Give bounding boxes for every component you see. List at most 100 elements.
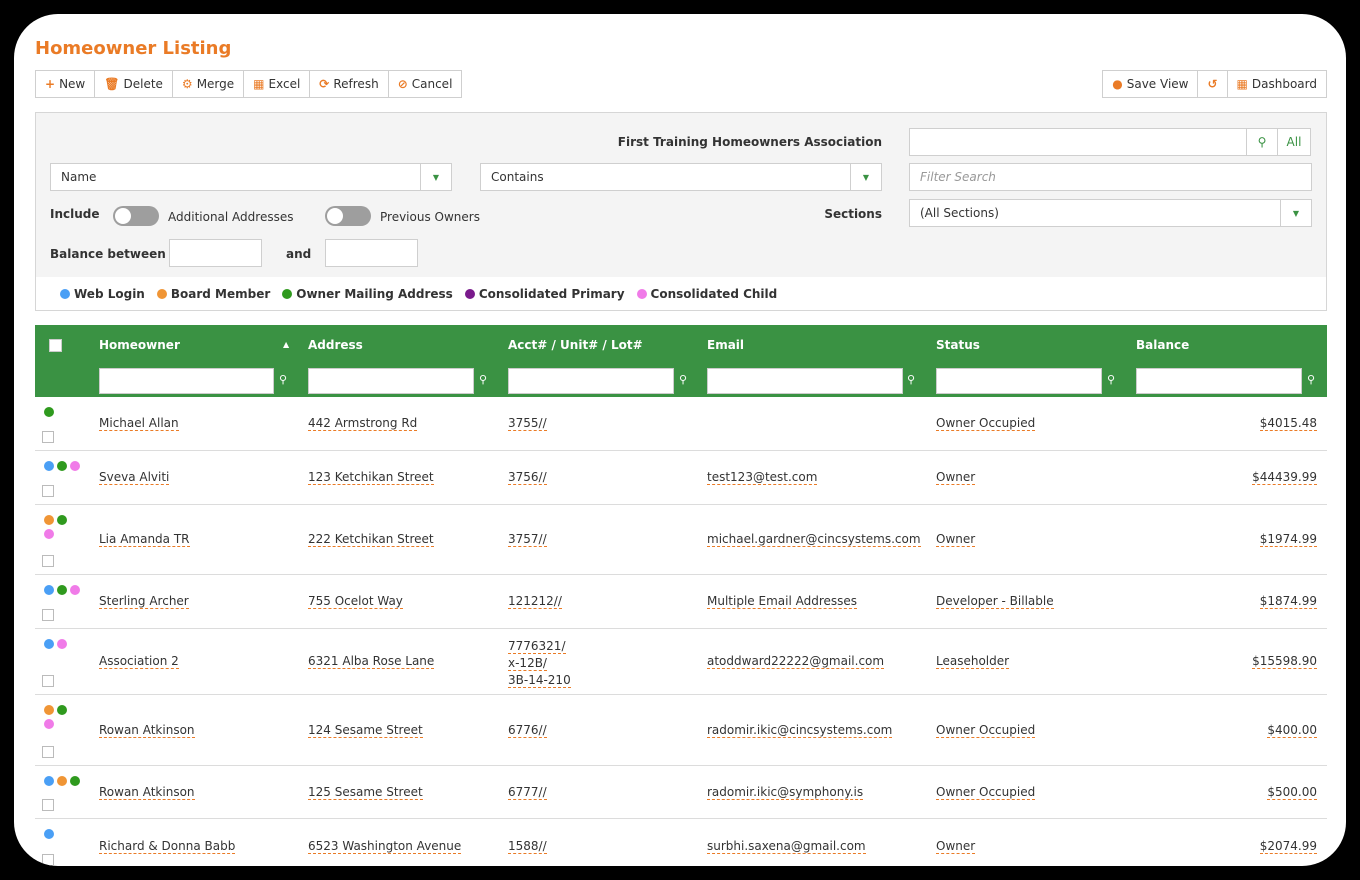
address-cell[interactable]: 124 Sesame Street [308,722,423,739]
status-filter-input[interactable] [936,368,1102,394]
table-row[interactable]: Association 2 6321 Alba Rose Lane 7776321/… [35,629,1327,695]
row-checkbox[interactable] [42,485,54,497]
row-checkbox[interactable] [42,675,54,687]
row-checkbox[interactable] [42,555,54,567]
status-cell[interactable]: Leaseholder [936,653,1010,670]
email-filter-input[interactable] [707,368,903,394]
status-cell[interactable]: Owner [936,469,976,486]
sections-select[interactable]: (All Sections) ▼ [909,199,1312,227]
address-cell[interactable]: 6523 Washington Avenue [308,838,462,855]
acct-cell[interactable]: 3757// [508,531,547,548]
email-cell[interactable]: radomir.ikic@cincsystems.com [707,722,893,739]
column-header-homeowner[interactable]: Homeowner [99,338,180,352]
status-cell[interactable]: Owner Occupied [936,784,1036,801]
additional-addresses-toggle[interactable] [113,206,159,226]
select-all-checkbox[interactable] [49,339,62,352]
balance-cell[interactable]: $15598.90 [1252,653,1317,670]
cancel-button[interactable]: ⊘ Cancel [388,70,463,98]
email-cell[interactable]: radomir.ikic@symphony.is [707,784,864,801]
filter-icon[interactable]: ⚲ [1307,373,1315,386]
table-row[interactable]: Michael Allan 442 Armstrong Rd 3755// Owner… [35,397,1327,451]
column-header-status[interactable]: Status [936,338,980,352]
address-cell[interactable]: 123 Ketchikan Street [308,469,434,486]
dashboard-button[interactable]: ▦ Dashboard [1227,70,1327,98]
balance-min-input[interactable] [169,239,262,267]
all-associations-button[interactable]: All [1277,128,1311,156]
balance-cell[interactable]: $500.00 [1267,784,1317,801]
email-cell[interactable]: test123@test.com [707,469,818,486]
row-checkbox[interactable] [42,799,54,811]
column-header-balance[interactable]: Balance [1136,338,1189,352]
excel-button[interactable]: ▦ Excel [244,70,311,98]
status-cell[interactable]: Developer - Billable [936,593,1054,610]
homeowner-cell[interactable]: Rowan Atkinson [99,784,195,801]
homeowner-cell[interactable]: Richard & Donna Babb [99,838,236,855]
address-cell[interactable]: 755 Ocelot Way [308,593,403,610]
refresh-button[interactable]: ⟳ Refresh [310,70,389,98]
association-input[interactable] [909,128,1247,156]
email-cell[interactable]: Multiple Email Addresses [707,593,858,610]
status-cell[interactable]: Owner [936,838,976,855]
email-cell[interactable]: michael.gardner@cincsystems.com [707,531,921,548]
filter-icon[interactable]: ⚲ [679,373,687,386]
homeowner-cell[interactable]: Rowan Atkinson [99,722,195,739]
filter-search-input[interactable]: Filter Search [909,163,1312,191]
address-cell[interactable]: 125 Sesame Street [308,784,423,801]
balance-cell[interactable]: $2074.99 [1259,838,1317,855]
row-checkbox[interactable] [42,746,54,758]
balance-filter-input[interactable] [1136,368,1302,394]
email-cell[interactable]: atoddward22222@gmail.com [707,653,885,670]
filter-icon[interactable]: ⚲ [279,373,287,386]
table-row[interactable]: Sterling Archer 755 Ocelot Way 121212// Mul… [35,575,1327,629]
reset-view-button[interactable]: ↺ [1198,70,1228,98]
field-select[interactable]: Name ▼ [50,163,452,191]
save-view-button[interactable]: ● Save View [1102,70,1199,98]
table-row[interactable]: Lia Amanda TR 222 Ketchikan Street 3757// m… [35,505,1327,575]
address-cell[interactable]: 222 Ketchikan Street [308,531,434,548]
column-header-acct[interactable]: Acct# / Unit# / Lot# [508,338,643,352]
balance-cell[interactable]: $1874.99 [1259,593,1317,610]
acct-cell[interactable]: 7776321/x-12B/3B-14-210 [508,638,571,689]
row-checkbox[interactable] [42,609,54,621]
acct-cell[interactable]: 6776// [508,722,547,739]
delete-button[interactable]: 🗑 Delete [95,70,173,98]
column-header-email[interactable]: Email [707,338,744,352]
email-cell[interactable]: surbhi.saxena@gmail.com [707,838,866,855]
address-filter-input[interactable] [308,368,474,394]
acct-cell[interactable]: 3756// [508,469,547,486]
homeowner-cell[interactable]: Lia Amanda TR [99,531,190,548]
balance-cell[interactable]: $400.00 [1267,722,1317,739]
filter-icon[interactable]: ⚲ [907,373,915,386]
address-cell[interactable]: 442 Armstrong Rd [308,415,418,432]
filter-icon[interactable]: ⚲ [479,373,487,386]
filter-icon[interactable]: ⚲ [1107,373,1115,386]
balance-max-input[interactable] [325,239,418,267]
status-cell[interactable]: Owner Occupied [936,415,1036,432]
homeowner-cell[interactable]: Association 2 [99,653,179,670]
acct-cell[interactable]: 3755// [508,415,547,432]
row-checkbox[interactable] [42,854,54,866]
balance-cell[interactable]: $1974.99 [1259,531,1317,548]
acct-filter-input[interactable] [508,368,674,394]
merge-button[interactable]: ⚙ Merge [172,70,245,98]
new-button[interactable]: + New [35,70,96,98]
row-checkbox[interactable] [42,431,54,443]
column-header-address[interactable]: Address [308,338,363,352]
operator-select[interactable]: Contains ▼ [480,163,882,191]
table-row[interactable]: Rowan Atkinson 125 Sesame Street 6777// rad… [35,766,1327,819]
association-search-button[interactable]: ⚲ [1246,128,1278,156]
balance-cell[interactable]: $4015.48 [1259,415,1317,432]
homeowner-cell[interactable]: Sterling Archer [99,593,189,610]
acct-cell[interactable]: 1588// [508,838,547,855]
previous-owners-toggle[interactable] [325,206,371,226]
homeowner-filter-input[interactable] [99,368,274,394]
table-row[interactable]: Rowan Atkinson 124 Sesame Street 6776// rad… [35,695,1327,766]
homeowner-cell[interactable]: Sveva Alviti [99,469,170,486]
address-cell[interactable]: 6321 Alba Rose Lane [308,653,435,670]
status-cell[interactable]: Owner [936,531,976,548]
acct-cell[interactable]: 6777// [508,784,547,801]
table-row[interactable]: Richard & Donna Babb 6523 Washington Aven… [35,819,1327,866]
status-cell[interactable]: Owner Occupied [936,722,1036,739]
homeowner-cell[interactable]: Michael Allan [99,415,179,432]
acct-cell[interactable]: 121212// [508,593,562,610]
